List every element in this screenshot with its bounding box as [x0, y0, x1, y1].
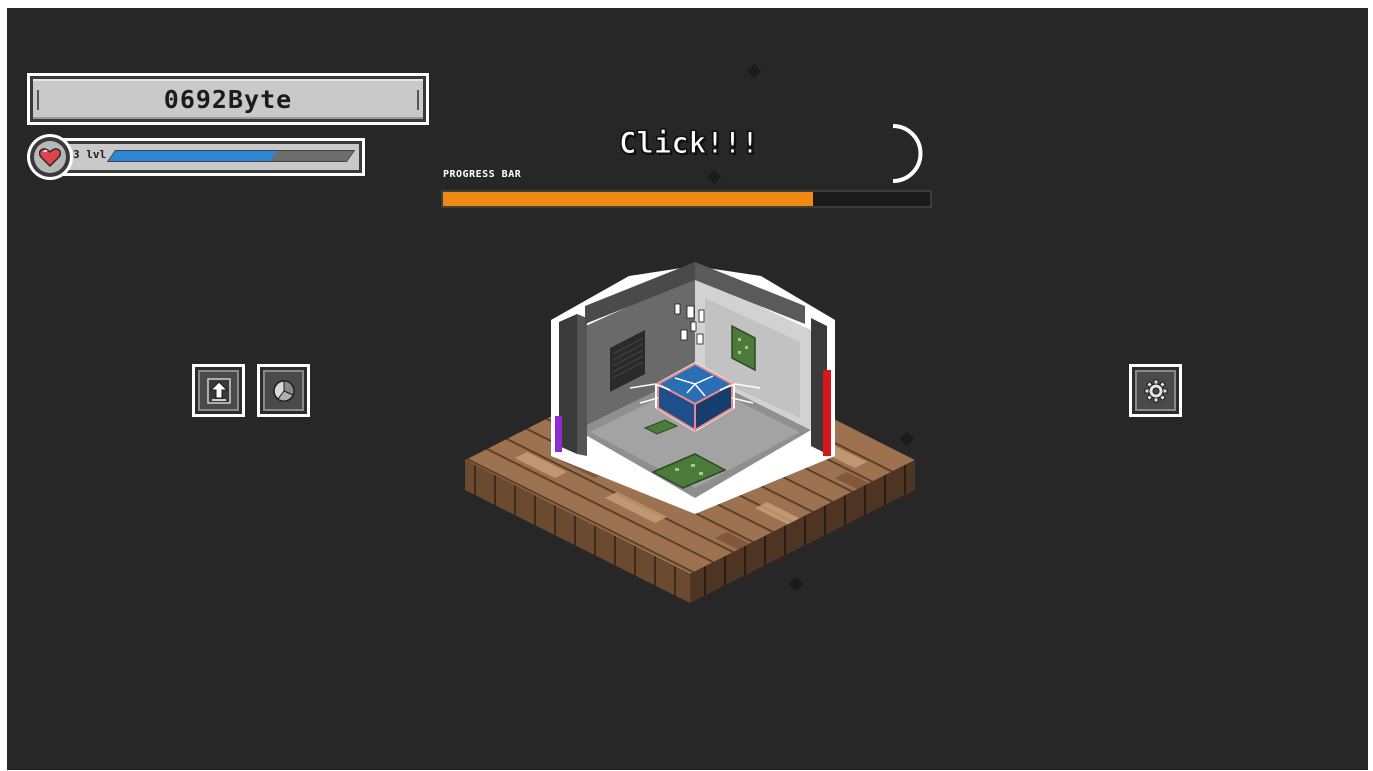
gear-icon	[1144, 379, 1167, 402]
byte-counter-value: 0692Byte	[163, 84, 293, 114]
upgrade-arrow-icon	[206, 377, 231, 404]
purple-indicator	[555, 416, 562, 452]
loading-spinner-icon	[892, 124, 923, 183]
decor-diamond	[746, 63, 762, 79]
heart-badge	[27, 134, 73, 180]
click-prompt: Click!!!	[619, 126, 760, 161]
settings-button[interactable]	[1129, 364, 1182, 417]
level-progress-fill	[108, 151, 278, 161]
stats-button[interactable]	[257, 364, 310, 417]
isometric-server-room[interactable]	[455, 258, 925, 603]
progress-bar-track	[441, 190, 932, 208]
level-label: 3 lvl	[73, 148, 107, 161]
progress-bar-label: PROGRESS BAR	[443, 169, 522, 180]
progress-bar-fill	[443, 192, 814, 206]
upgrade-button[interactable]	[192, 364, 245, 417]
game-screen: 0692Byte 3 lvl Click!!! PROGRESS BAR	[7, 8, 1368, 770]
level-bar: 3 lvl	[47, 138, 365, 176]
heart-icon	[39, 148, 61, 167]
pie-chart-icon	[272, 379, 295, 402]
byte-counter-panel: 0692Byte	[27, 73, 429, 125]
decor-diamond	[706, 169, 722, 185]
red-indicator	[823, 370, 831, 456]
level-progress-track	[106, 150, 356, 162]
